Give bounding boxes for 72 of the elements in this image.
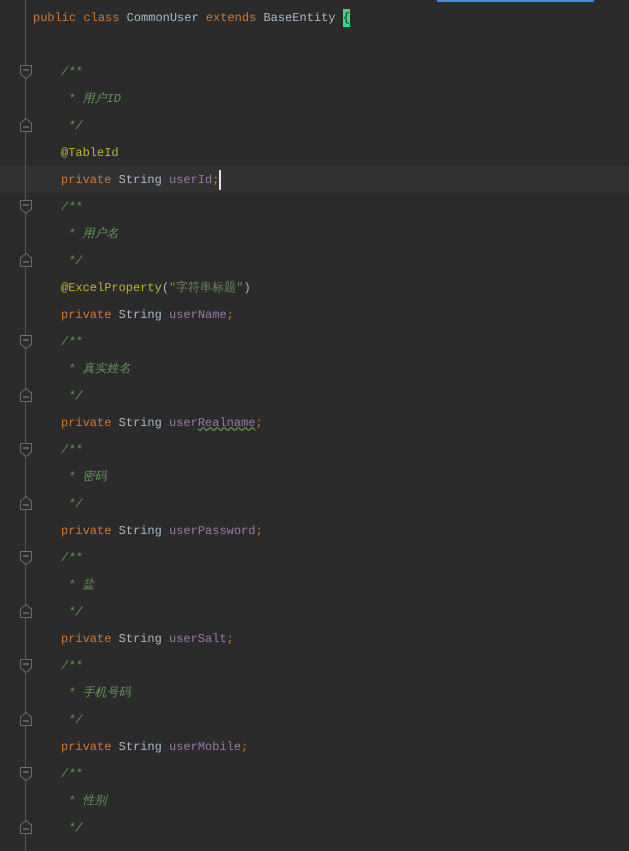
code-token: * 用户ID [67, 90, 122, 108]
code-token: private [61, 522, 112, 540]
code-token: ; [255, 522, 263, 540]
text-caret [219, 170, 222, 190]
code-token: */ [67, 252, 83, 270]
code-token: String [118, 738, 163, 756]
code-token: /** [61, 64, 83, 80]
code-token: */ [67, 496, 83, 512]
code-token: userMobile [169, 738, 242, 756]
code-token: extends [206, 10, 256, 26]
fold-icon[interactable] [20, 712, 32, 726]
code-token: private [61, 172, 112, 188]
fold-icon[interactable] [20, 253, 32, 267]
code-token: userSalt [169, 630, 227, 648]
code-token: * 密码 [67, 468, 107, 486]
code-token: public [33, 10, 76, 26]
code-token: userName [169, 306, 227, 324]
code-token: String [118, 630, 163, 648]
code-token: private [61, 414, 112, 432]
code-token: /** [61, 766, 83, 782]
code-token: "字符串标题" [169, 280, 244, 296]
fold-icon[interactable] [20, 200, 32, 214]
code-token: * 真实姓名 [67, 360, 131, 378]
code-token: * 手机号码 [67, 684, 131, 702]
code-token: String [118, 522, 163, 540]
fold-icon[interactable] [20, 388, 32, 402]
code-token: private [61, 738, 112, 756]
code-token: /** [61, 550, 83, 566]
code-token: BaseEntity [262, 10, 336, 26]
code-token: /** [61, 658, 83, 674]
code-token: String [118, 306, 163, 324]
code-token: */ [67, 118, 83, 134]
code-token: String [118, 414, 163, 432]
code-token: String [118, 172, 163, 188]
fold-icon[interactable] [20, 65, 32, 79]
code-token: @ExcelProperty [61, 280, 162, 296]
code-token: /** [61, 442, 83, 458]
code-token: Realname [198, 414, 256, 432]
code-token: ; [226, 630, 234, 648]
code-token: /** [61, 198, 83, 216]
code-token: */ [67, 604, 83, 620]
code-token: * 用户名 [67, 226, 119, 242]
code-token: user [169, 414, 198, 432]
code-token: private [61, 630, 112, 648]
fold-icon[interactable] [20, 118, 32, 132]
code-token: ; [255, 414, 263, 432]
code-token: ( [162, 280, 170, 296]
fold-icon[interactable] [20, 767, 32, 781]
fold-icon[interactable] [20, 496, 32, 510]
code-token: ; [212, 172, 220, 188]
fold-icon[interactable] [20, 604, 32, 618]
fold-icon[interactable] [20, 551, 32, 565]
code-token: class [82, 10, 120, 26]
code-token: userPassword [169, 522, 256, 540]
code-token: CommonUser [126, 10, 200, 26]
fold-icon[interactable] [20, 820, 32, 834]
code-token: * 性别 [67, 792, 107, 810]
code-token: */ [67, 388, 83, 404]
matched-brace: { [342, 8, 350, 26]
code-token: private [61, 306, 112, 324]
fold-icon[interactable] [20, 335, 32, 349]
code-token: ) [243, 280, 251, 296]
code-token: ; [226, 306, 234, 324]
fold-icon[interactable] [20, 443, 32, 457]
fold-icon[interactable] [20, 659, 32, 673]
code-token: userId [169, 172, 212, 188]
code-token: /** [61, 334, 83, 350]
code-token: */ [67, 820, 83, 836]
code-token: @TableId [61, 144, 119, 162]
code-token: ; [241, 738, 248, 756]
code-token: */ [67, 712, 83, 728]
code-token: * 盐 [67, 576, 95, 594]
